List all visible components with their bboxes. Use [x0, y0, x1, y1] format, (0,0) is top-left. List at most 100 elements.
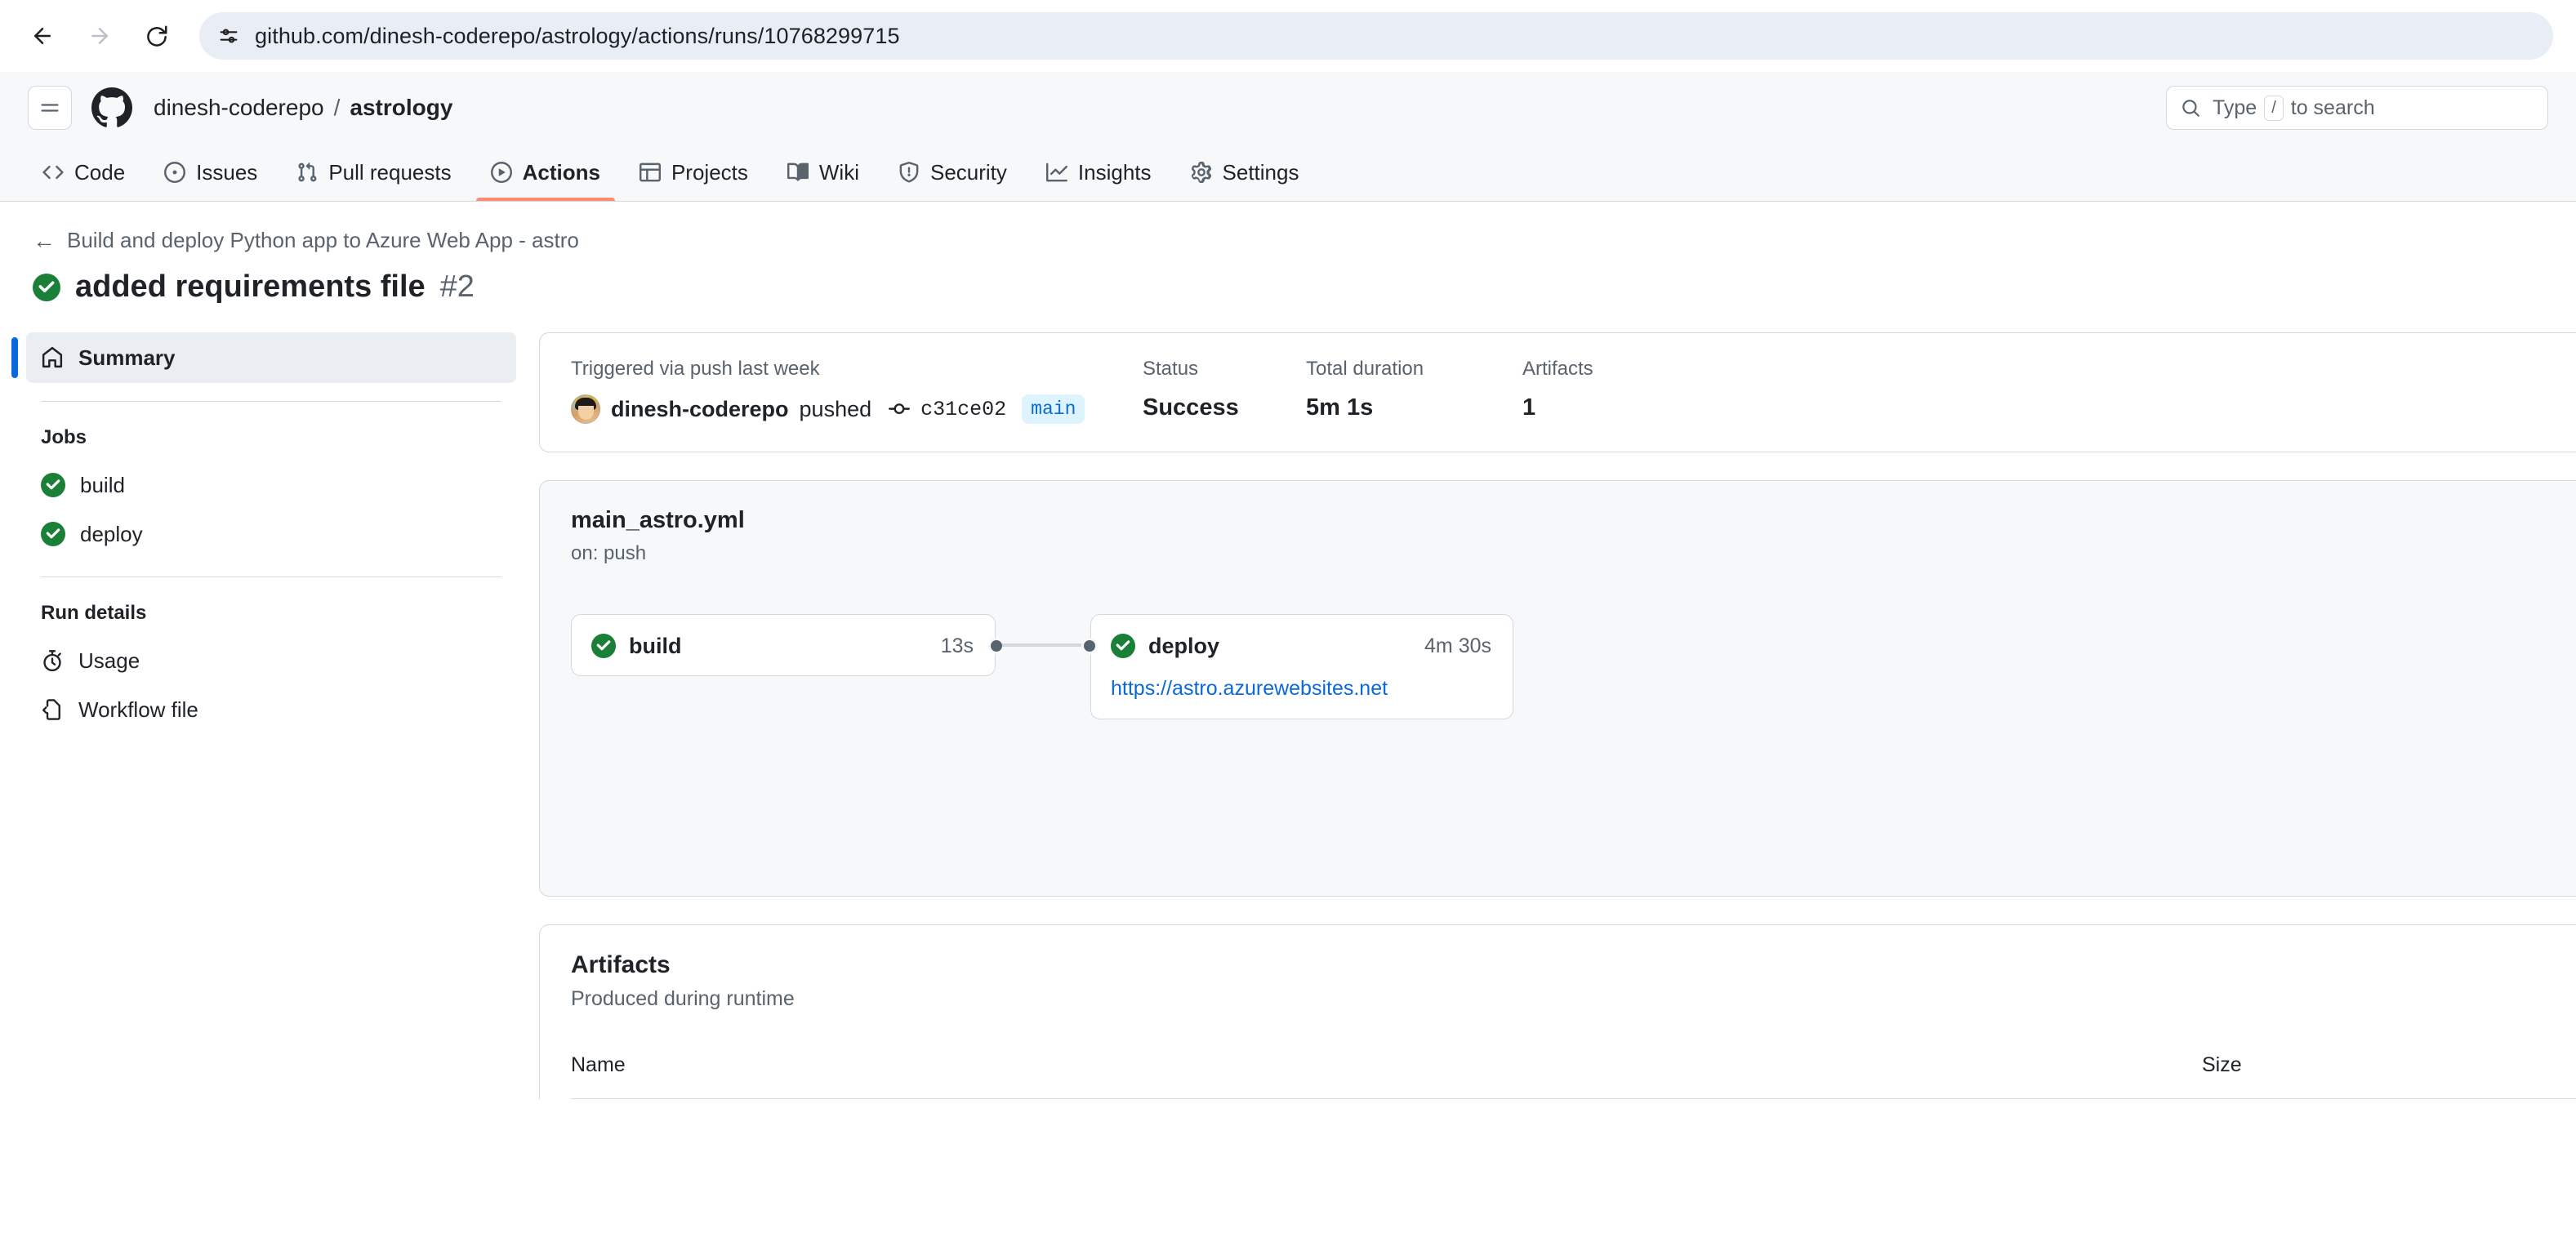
reload-icon [145, 24, 169, 48]
success-check-icon [41, 522, 65, 546]
url-text: github.com/dinesh-coderepo/astrology/act… [255, 24, 900, 49]
git-commit-icon [889, 398, 910, 420]
hamburger-menu-button[interactable] [28, 86, 72, 130]
breadcrumb-workflow[interactable]: ← Build and deploy Python app to Azure W… [33, 228, 2548, 253]
github-logo[interactable] [91, 87, 132, 128]
tab-actions[interactable]: Actions [476, 144, 615, 201]
graph-node-build[interactable]: build 13s [571, 614, 996, 676]
tab-settings[interactable]: Settings [1176, 144, 1314, 201]
sidebar-item-workflow-file[interactable]: Workflow file [26, 685, 516, 734]
tab-wiki[interactable]: Wiki [773, 144, 874, 201]
sidebar-item-summary[interactable]: Summary [26, 332, 516, 383]
tab-actions-label: Actions [523, 160, 600, 185]
success-check-icon [33, 274, 60, 301]
play-icon [491, 162, 512, 183]
search-placeholder: Type / to search [2213, 96, 2375, 121]
run-number: #2 [440, 269, 475, 305]
search-icon [2180, 97, 2201, 118]
address-bar[interactable]: github.com/dinesh-coderepo/astrology/act… [199, 12, 2553, 60]
tab-insights-label: Insights [1078, 160, 1152, 185]
summary-trigger-label: Triggered via push last week [571, 358, 1143, 381]
deployment-url-link[interactable]: https://astro.azurewebsites.net [1091, 677, 1513, 719]
tab-issues[interactable]: Issues [149, 144, 272, 201]
graph-node-deploy-row: deploy 4m 30s [1091, 615, 1513, 677]
sidebar-job-build-label: build [80, 473, 125, 498]
sidebar-run-details-title: Run details [26, 602, 516, 625]
sidebar-job-deploy[interactable]: deploy [26, 510, 516, 559]
summary-action: pushed [800, 397, 872, 422]
tab-security[interactable]: Security [884, 144, 1022, 201]
graph-icon [1046, 162, 1067, 183]
tab-insights[interactable]: Insights [1032, 144, 1166, 201]
branch-badge[interactable]: main [1022, 394, 1085, 424]
breadcrumb-workflow-label: Build and deploy Python app to Azure Web… [67, 228, 579, 253]
summary-status-column: Status Success [1143, 358, 1306, 421]
book-icon [787, 162, 809, 183]
gear-icon [1191, 162, 1212, 183]
search-input[interactable]: Type / to search [2166, 86, 2548, 130]
summary-artifacts-label: Artifacts [1522, 358, 1593, 381]
sidebar-item-summary-label: Summary [78, 345, 176, 371]
artifacts-subtitle: Produced during runtime [571, 987, 2576, 1011]
tab-code[interactable]: Code [28, 144, 140, 201]
success-check-icon [1111, 634, 1135, 658]
graph-node-deploy-label: deploy [1148, 634, 1219, 659]
sidebar-job-build[interactable]: build [26, 461, 516, 510]
main-column: Triggered via push last week dinesh-code… [539, 332, 2576, 1099]
summary-duration-column: Total duration 5m 1s [1306, 358, 1522, 421]
summary-trigger-line: dinesh-coderepo pushed c31ce02 main [571, 394, 1143, 424]
repo-separator: / [334, 95, 341, 121]
sidebar-job-deploy-label: deploy [80, 522, 143, 547]
back-button[interactable] [23, 16, 62, 56]
artifacts-card: Artifacts Produced during runtime Name S… [539, 924, 2576, 1099]
back-arrow-icon: ← [33, 229, 56, 252]
graph-connector-dot-in [1081, 638, 1098, 654]
run-header: ← Build and deploy Python app to Azure W… [0, 228, 2576, 305]
tab-pull-requests[interactable]: Pull requests [282, 144, 466, 201]
sidebar-item-usage-label: Usage [78, 648, 140, 674]
artifacts-column-size: Size [2202, 1053, 2545, 1077]
github-header-top: dinesh-coderepo / astrology Type / to se… [28, 72, 2548, 144]
table-icon [640, 162, 661, 183]
file-code-icon [41, 698, 64, 721]
artifacts-title: Artifacts [571, 951, 2576, 979]
tab-pull-requests-label: Pull requests [328, 160, 451, 185]
back-arrow-icon [30, 24, 55, 48]
artifacts-column-name: Name [571, 1053, 2202, 1077]
run-title-text: added requirements file [75, 269, 426, 305]
forward-button[interactable] [80, 16, 119, 56]
run-summary-card: Triggered via push last week dinesh-code… [539, 332, 2576, 452]
site-settings-icon[interactable] [217, 24, 240, 47]
breadcrumb-repo: dinesh-coderepo / astrology [154, 95, 452, 121]
reload-button[interactable] [137, 16, 176, 56]
workflow-file-name: main_astro.yml [571, 507, 2576, 534]
tab-issues-label: Issues [196, 160, 257, 185]
tab-projects[interactable]: Projects [625, 144, 763, 201]
content-area: Summary Jobs build [0, 332, 2576, 1099]
page-body: ← Build and deploy Python app to Azure W… [0, 202, 2576, 1099]
graph-node-deploy[interactable]: deploy 4m 30s https://astro.azurewebsite… [1090, 614, 1513, 719]
summary-duration-value: 5m 1s [1306, 394, 1522, 421]
browser-toolbar: github.com/dinesh-coderepo/astrology/act… [0, 0, 2576, 72]
stopwatch-icon [41, 649, 64, 672]
repo-owner-link[interactable]: dinesh-coderepo [154, 95, 324, 121]
graph-connector-line [1002, 643, 1087, 647]
shield-icon [898, 162, 920, 183]
code-icon [42, 162, 64, 183]
summary-actor[interactable]: dinesh-coderepo [611, 397, 789, 422]
repo-nav-tabs: Code Issues Pull requests Actions Projec… [28, 144, 2548, 201]
sidebar-item-workflow-file-label: Workflow file [78, 697, 198, 723]
commit-sha[interactable]: c31ce02 [920, 398, 1006, 421]
workflow-graph: build 13s [571, 614, 2576, 719]
issue-opened-icon [164, 162, 185, 183]
workflow-trigger-event: on: push [571, 542, 2576, 565]
repo-name-link[interactable]: astrology [350, 95, 452, 121]
status-badge: Success [1143, 394, 1306, 421]
sidebar-divider [41, 401, 501, 402]
summary-status-label: Status [1143, 358, 1306, 381]
forward-arrow-icon [87, 24, 112, 48]
hamburger-menu-icon [38, 96, 61, 119]
success-check-icon [41, 473, 65, 497]
search-suffix: to search [2291, 96, 2375, 120]
sidebar-item-usage[interactable]: Usage [26, 636, 516, 685]
